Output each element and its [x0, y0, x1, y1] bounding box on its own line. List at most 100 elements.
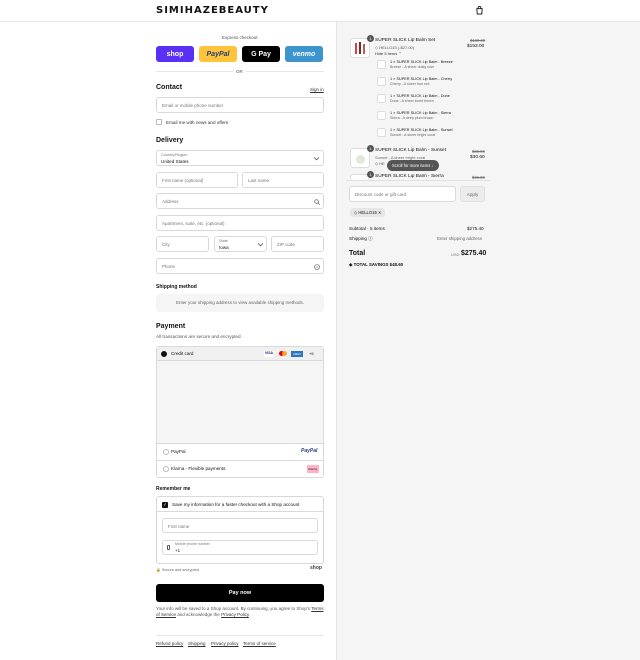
discount-code: HE — [379, 161, 385, 166]
sub-item-desc: Cherry - A sheer true red — [390, 82, 430, 86]
scroll-hint-label: Scroll for more items — [392, 163, 431, 168]
city-field[interactable]: City — [156, 236, 209, 252]
apartment-field[interactable]: Apartment, suite, etc. (optional) — [156, 215, 324, 231]
item-old-price: $180.00 — [470, 38, 486, 43]
sub-item-desc: Dune - A sheer burnt brown — [390, 99, 434, 103]
zip-field[interactable]: ZIP code — [271, 236, 324, 252]
country-value: United States — [161, 159, 189, 164]
header: SIMIHAZEBEAUTY — [0, 0, 640, 22]
news-label: Email me with news and offers — [166, 120, 229, 125]
footer-shipping-link[interactable]: Shipping — [188, 641, 206, 646]
country-select[interactable]: Country/Region United States — [156, 150, 324, 166]
first-name-placeholder: First name (optional) — [162, 178, 204, 183]
applied-code: HELLO15 — [358, 210, 377, 215]
shipping-label-text: Shipping — [349, 236, 367, 241]
phone-field[interactable]: Phone — [156, 258, 324, 274]
paypal-option[interactable]: PayPal PayPal — [157, 443, 323, 460]
address-field[interactable]: Address — [156, 193, 324, 209]
apply-button[interactable]: Apply — [460, 186, 485, 202]
express-title: Express checkout — [222, 35, 258, 40]
cart-icon[interactable] — [475, 6, 484, 15]
sub-item-image — [377, 128, 386, 137]
more-cards-label: +5 — [309, 351, 314, 356]
zip-placeholder: ZIP code — [277, 242, 295, 247]
item-old-price: $36.00 — [472, 149, 485, 154]
state-select[interactable]: State Iowa — [214, 236, 267, 252]
state-label: State — [219, 239, 228, 243]
sub-item-name: 1 × SUPER SLICK Lip Balm - Sunset — [390, 128, 453, 132]
shop-pay-button[interactable]: shop — [156, 46, 194, 62]
shop-first-name-placeholder: First name — [168, 524, 190, 529]
news-checkbox[interactable] — [156, 119, 162, 125]
chevron-down-icon — [314, 157, 319, 161]
discount-code: HELLO15 (-$27.00) — [379, 45, 415, 50]
privacy-policy-link[interactable]: Privacy Policy — [221, 612, 249, 617]
sub-item-desc: Breeze - A sheer dusty rose — [390, 65, 435, 69]
first-name-field[interactable]: First name (optional) — [156, 172, 238, 188]
mobile-phone-field[interactable]: Mobile phone number +1 — [162, 540, 318, 555]
item-old-price: $36.00 — [472, 175, 485, 179]
payment-title: Payment — [156, 323, 186, 330]
paypal-radio[interactable] — [163, 449, 169, 455]
product-image — [350, 38, 370, 58]
email-field[interactable]: Email or mobile phone number — [156, 97, 324, 113]
sub-item-image — [377, 111, 386, 120]
klarna-option[interactable]: Klarna - Flexible payments Klarna. — [157, 460, 323, 477]
quantity-badge: 1 — [367, 145, 374, 152]
divider — [246, 71, 324, 72]
sub-item-image — [377, 77, 386, 86]
klarna-label: Klarna - Flexible payments — [171, 466, 226, 471]
sub-item-desc: Sunset - A sheer bright coral — [390, 133, 436, 137]
scroll-hint[interactable]: Scroll for more items ↓ — [387, 160, 439, 171]
footer-refund-link[interactable]: Refund policy — [156, 641, 183, 646]
amex-icon: AMEX — [291, 351, 303, 357]
secure-label: 🔒 Secure and encrypted — [156, 568, 199, 572]
credit-card-radio[interactable] — [161, 351, 167, 357]
sub-item-desc: Sierra - A deep plum brown — [390, 116, 434, 120]
footer-terms-link[interactable]: Terms of service — [243, 641, 276, 646]
pay-now-button[interactable]: Pay now — [156, 584, 324, 602]
discount-tag: ◇ HE — [375, 161, 385, 166]
help-icon[interactable] — [314, 264, 320, 270]
klarna-radio[interactable] — [163, 466, 169, 472]
tag-icon: ◈ — [349, 262, 353, 267]
phone-placeholder: Phone — [162, 264, 176, 269]
item-price: $30.60 — [470, 155, 485, 160]
remove-code-icon[interactable]: ✕ — [378, 210, 382, 215]
hide-items-label: Hide 5 items — [375, 51, 398, 56]
footer-privacy-link[interactable]: Privacy policy — [211, 641, 239, 646]
paypal-logo: PayPal — [301, 448, 318, 454]
brand-logo[interactable]: SIMIHAZEBEAUTY — [156, 5, 269, 16]
last-name-field[interactable]: Last name — [242, 172, 324, 188]
applied-code-chip: ◇ HELLO15 ✕ — [350, 208, 386, 217]
info-icon[interactable]: ⓘ — [368, 236, 373, 241]
save-info-checkbox[interactable]: ✓ — [162, 502, 168, 508]
shop-logo: shop — [310, 565, 322, 571]
venmo-button[interactable]: venmo — [285, 46, 323, 62]
sign-in-link[interactable]: Sign in — [310, 87, 324, 92]
credit-card-option[interactable]: Credit card VISA AMEX +5 — [157, 347, 323, 361]
hide-items-toggle[interactable]: Hide 5 items ⌃ — [375, 51, 402, 56]
divider — [346, 180, 490, 181]
shop-first-name-field[interactable]: First name — [162, 518, 318, 533]
paypal-label: PayPal — [171, 449, 186, 454]
visa-icon: VISA — [264, 351, 274, 357]
shipping-label: Shipping ⓘ — [349, 236, 373, 242]
item-name: SUPER SLICK Lip Balm Set — [375, 38, 436, 43]
city-placeholder: City — [162, 242, 170, 247]
last-name-placeholder: Last name — [248, 178, 270, 183]
savings-label: TOTAL SAVINGS — [353, 262, 389, 267]
delivery-title: Delivery — [156, 137, 184, 144]
sub-item-name: 1 × SUPER SLICK Lip Balm - Dune — [390, 94, 450, 98]
chevron-down-icon — [258, 243, 263, 247]
phone-icon — [167, 545, 170, 550]
gpay-button[interactable]: G Pay — [242, 46, 280, 62]
item-name: SUPER SLICK Lip Balm - Sunset — [375, 148, 446, 153]
savings-value: $48.60 — [389, 262, 404, 267]
apartment-placeholder: Apartment, suite, etc. (optional) — [162, 221, 225, 226]
secure-text: Secure and encrypted — [161, 568, 199, 572]
payment-subtitle: All transactions are secure and encrypte… — [156, 334, 242, 339]
footer-divider — [156, 635, 324, 636]
discount-input[interactable]: Discount code or gift card — [349, 186, 456, 202]
paypal-button[interactable]: PayPal — [199, 46, 237, 62]
